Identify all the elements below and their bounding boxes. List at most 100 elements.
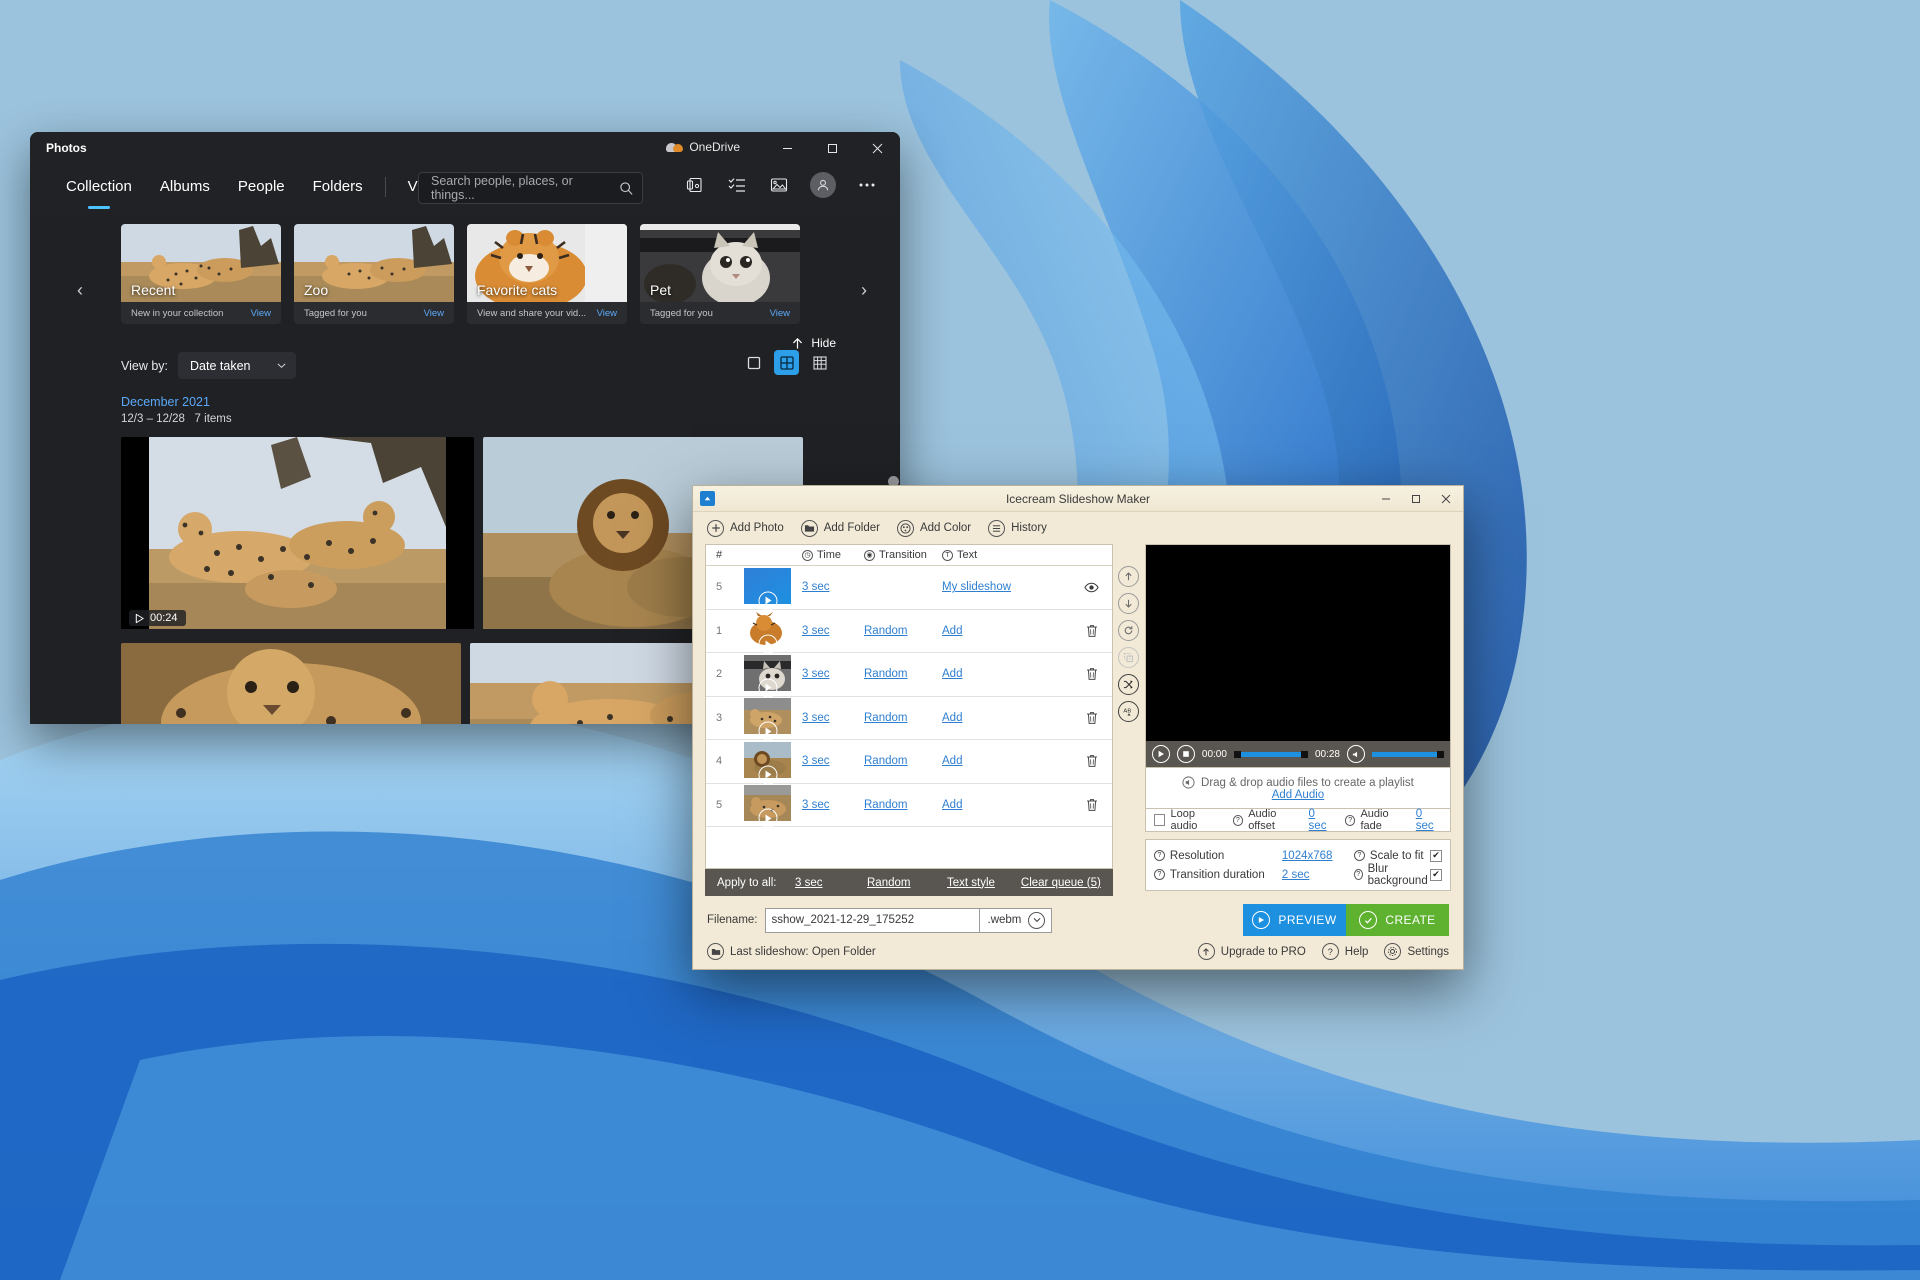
row-time[interactable]: 3 sec: [802, 712, 864, 724]
row-time-link[interactable]: 3 sec: [802, 581, 830, 593]
row-text[interactable]: My slideshow: [942, 581, 1072, 593]
row-thumbnail[interactable]: [744, 785, 802, 828]
album-card-pet[interactable]: Pet Tagged for you View: [640, 224, 800, 324]
audio-dropzone[interactable]: Drag & drop audio files to create a play…: [1144, 768, 1451, 809]
preview-video-area[interactable]: [1145, 545, 1450, 741]
row-transition[interactable]: Random: [864, 668, 942, 680]
table-row[interactable]: 5 3 sec My slideshow: [706, 566, 1112, 611]
transition-duration-value[interactable]: 2 sec: [1282, 869, 1310, 881]
audio-offset-value[interactable]: 0 sec: [1309, 808, 1335, 832]
table-row[interactable]: 2 3 sec Random Add: [706, 653, 1112, 698]
sort-ab-icon[interactable]: AB: [1118, 701, 1140, 722]
apply-text-style-link[interactable]: Text style: [947, 877, 995, 889]
help-icon[interactable]: ?: [1153, 869, 1165, 880]
row-transition[interactable]: Random: [864, 625, 942, 637]
tab-people[interactable]: People: [224, 172, 299, 202]
row-time[interactable]: 3 sec: [802, 625, 864, 637]
blur-background-checkbox[interactable]: ✔: [1430, 868, 1442, 881]
row-transition-link[interactable]: Random: [864, 668, 907, 680]
history-button[interactable]: History: [988, 519, 1047, 537]
seek-slider[interactable]: [1233, 750, 1308, 758]
filename-input[interactable]: sshow_2021-12-29_175252: [764, 907, 980, 933]
album-card-zoo[interactable]: Zoo Tagged for you View: [294, 224, 454, 324]
table-row[interactable]: 1 3 sec Random Add: [706, 610, 1112, 654]
row-time-link[interactable]: 3 sec: [802, 668, 830, 680]
album-view-link[interactable]: View: [251, 308, 271, 319]
row-thumbnail[interactable]: [744, 698, 802, 741]
row-transition[interactable]: Random: [864, 799, 942, 811]
move-up-icon[interactable]: [1118, 566, 1140, 587]
row-time[interactable]: 3 sec: [802, 668, 864, 680]
preview-slide-button[interactable]: [1072, 582, 1112, 593]
preview-button[interactable]: PREVIEW: [1243, 904, 1346, 936]
onedrive-status[interactable]: OneDrive: [666, 140, 740, 154]
row-text-link[interactable]: Add: [942, 799, 962, 811]
row-time[interactable]: 3 sec: [802, 755, 864, 767]
stop-icon[interactable]: [1176, 745, 1195, 763]
album-view-link[interactable]: View: [597, 308, 617, 319]
album-view-link[interactable]: View: [770, 308, 790, 319]
apply-transition-link[interactable]: Random: [867, 877, 910, 889]
shuffle-icon[interactable]: [1118, 674, 1140, 695]
photo-item-leopard[interactable]: [121, 643, 461, 724]
row-text-link[interactable]: Add: [942, 625, 962, 637]
loop-audio-checkbox[interactable]: [1153, 814, 1166, 826]
delete-slide-button[interactable]: [1072, 667, 1112, 681]
row-text[interactable]: Add: [942, 799, 1072, 811]
last-slideshow-button[interactable]: Last slideshow: Open Folder: [707, 943, 876, 960]
delete-slide-button[interactable]: [1072, 798, 1112, 812]
row-transition-link[interactable]: Random: [864, 799, 907, 811]
close-icon[interactable]: [1431, 486, 1461, 512]
table-row[interactable]: 3 3 sec Random Add: [706, 697, 1112, 741]
maximize-icon[interactable]: [810, 132, 855, 164]
row-time[interactable]: 3 sec: [802, 581, 864, 593]
table-row[interactable]: 5 3 sec Random Add: [706, 784, 1112, 828]
add-audio-link[interactable]: Add Audio: [1272, 789, 1324, 801]
tab-albums[interactable]: Albums: [146, 172, 224, 202]
view-mode-dense-grid[interactable]: [807, 350, 832, 375]
row-time-link[interactable]: 3 sec: [802, 755, 830, 767]
help-icon[interactable]: ?: [1353, 850, 1365, 861]
avatar[interactable]: [810, 172, 836, 198]
close-icon[interactable]: [855, 132, 900, 164]
row-thumbnail[interactable]: [744, 611, 802, 654]
month-header[interactable]: December 2021: [30, 379, 900, 409]
select-icon[interactable]: [726, 174, 748, 196]
resolution-value[interactable]: 1024x768: [1282, 850, 1333, 862]
add-photo-button[interactable]: Add Photo: [707, 519, 784, 537]
maximize-icon[interactable]: [1401, 486, 1431, 512]
create-video-icon[interactable]: [768, 174, 790, 196]
row-time-link[interactable]: 3 sec: [802, 799, 830, 811]
row-text[interactable]: Add: [942, 755, 1072, 767]
import-icon[interactable]: [684, 174, 706, 196]
delete-slide-button[interactable]: [1072, 754, 1112, 768]
duplicate-icon[interactable]: [1118, 647, 1140, 668]
row-thumbnail[interactable]: [744, 567, 802, 611]
add-color-button[interactable]: Add Color: [896, 519, 971, 537]
view-mode-single[interactable]: [741, 350, 766, 375]
row-thumbnail[interactable]: [744, 741, 802, 785]
row-time-link[interactable]: 3 sec: [802, 625, 830, 637]
help-icon[interactable]: ?: [1153, 850, 1165, 861]
volume-icon[interactable]: [1347, 745, 1365, 763]
scale-to-fit-checkbox[interactable]: ✔: [1430, 849, 1442, 862]
minimize-icon[interactable]: [1371, 486, 1401, 512]
row-text[interactable]: Add: [942, 712, 1072, 724]
row-text-link[interactable]: Add: [942, 755, 962, 767]
move-down-icon[interactable]: [1118, 593, 1140, 614]
upgrade-to-pro-button[interactable]: Upgrade to PRO: [1197, 943, 1306, 960]
row-text-link[interactable]: Add: [942, 712, 962, 724]
view-mode-grid[interactable]: [774, 350, 799, 375]
tab-folders[interactable]: Folders: [299, 172, 377, 202]
album-view-link[interactable]: View: [424, 308, 444, 319]
help-icon[interactable]: ?: [1344, 814, 1356, 826]
help-button[interactable]: ? Help: [1321, 943, 1368, 960]
rotate-icon[interactable]: [1118, 620, 1140, 641]
row-transition[interactable]: Random: [864, 712, 942, 724]
play-icon[interactable]: [1151, 745, 1170, 763]
search-input[interactable]: Search people, places, or things...: [418, 172, 643, 204]
settings-button[interactable]: Settings: [1384, 943, 1449, 960]
row-time[interactable]: 3 sec: [802, 799, 864, 811]
loop-audio-option[interactable]: Loop audio: [1153, 808, 1223, 832]
carousel-next-icon[interactable]: ›: [850, 270, 878, 310]
